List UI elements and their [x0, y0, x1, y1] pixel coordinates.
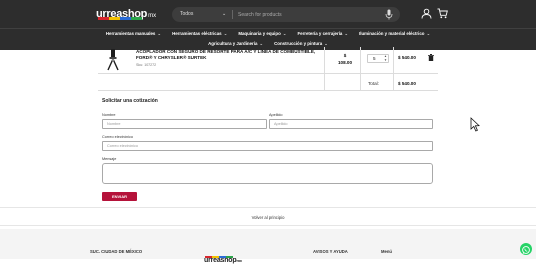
- search-bar: Todos ⌄: [172, 7, 400, 22]
- quantity-stepper[interactable]: 5 ▲ ▼: [367, 54, 389, 63]
- nav-item-iluminacion[interactable]: Iluminación y material eléctrico ⌄: [359, 31, 430, 37]
- user-icon[interactable]: [421, 8, 432, 19]
- table-divider: [98, 90, 438, 91]
- chevron-down-icon: ⌄: [324, 41, 328, 46]
- nombre-field[interactable]: [102, 119, 267, 129]
- footer-menu-heading: Menú: [381, 249, 392, 254]
- product-image[interactable]: [106, 49, 120, 71]
- search-input[interactable]: [238, 8, 378, 21]
- logo-color-stripes: [98, 17, 142, 20]
- section-divider: [0, 207, 536, 208]
- apellido-label: Apellido: [269, 113, 283, 117]
- table-divider: [393, 47, 394, 91]
- unit-price-symbol: $: [343, 53, 347, 58]
- nav-label: Iluminación y material eléctrico: [359, 31, 425, 36]
- nav-item-ferreteria[interactable]: Ferretería y cerrajería ⌄: [297, 31, 348, 37]
- chevron-down-icon: ⌄: [344, 31, 349, 36]
- nav-label: Agricultura y Jardinería: [208, 41, 258, 46]
- mensaje-label: Mensaje: [102, 157, 117, 161]
- send-button[interactable]: ENVIAR: [102, 192, 137, 201]
- form-title: Solicitar una cotización: [102, 98, 158, 104]
- footer-logo-stripes: [205, 256, 233, 258]
- nav-label: Construcción y pintura: [274, 41, 323, 46]
- chevron-down-icon[interactable]: ⌄: [222, 7, 226, 22]
- stepper-arrows-icon[interactable]: ▲ ▼: [384, 54, 387, 62]
- mic-icon[interactable]: [385, 9, 393, 20]
- whatsapp-button[interactable]: [520, 243, 532, 255]
- top-header: urreashop mx Todos ⌄: [0, 0, 536, 28]
- cart-icon[interactable]: [437, 8, 448, 19]
- nav-label: Herramientas manuales: [105, 31, 156, 36]
- nombre-label: Nombre: [102, 113, 116, 117]
- total-value: $ 540.00: [398, 81, 416, 86]
- back-to-top-link[interactable]: Volver al principio: [0, 215, 536, 220]
- quantity-value: 5: [373, 56, 376, 61]
- mensaje-field[interactable]: [102, 163, 433, 184]
- chevron-down-icon: ⌄: [282, 31, 287, 36]
- apellido-field[interactable]: [269, 119, 433, 129]
- nav-row-1: Herramientas manuales ⌄ Herramientas eléc…: [0, 31, 536, 37]
- unit-price-value: 108.00: [337, 60, 353, 65]
- unit-price: $ 108.00: [330, 52, 360, 66]
- nav-label: Maquinaria y equipo: [238, 31, 281, 36]
- product-sku: Sku: 107272: [136, 63, 157, 67]
- footer-help-heading: AVISOS Y AYUDA: [313, 249, 348, 254]
- nav-item-herramientas-manuales[interactable]: Herramientas manuales ⌄: [106, 31, 161, 37]
- footer-logo-text: urreashop: [204, 257, 237, 264]
- email-label: Correo electrónico: [102, 135, 134, 139]
- chevron-down-icon: ⌄: [426, 31, 431, 36]
- site-logo[interactable]: urreashop mx: [96, 6, 156, 20]
- nav-item-maquinaria[interactable]: Maquinaria y equipo ⌄: [238, 31, 286, 37]
- footer: SUC. CIUDAD DE MÉXICO urreashopmx AVISOS…: [0, 229, 536, 264]
- search-divider: [232, 10, 233, 19]
- nav-label: Herramientas eléctricas: [172, 31, 222, 36]
- nav-label: Ferretería y cerrajería: [297, 31, 343, 36]
- email-field[interactable]: [102, 141, 433, 151]
- footer-branch-heading: SUC. CIUDAD DE MÉXICO: [90, 249, 143, 254]
- table-divider: [360, 47, 361, 91]
- chevron-down-icon: ⌄: [157, 31, 162, 36]
- chevron-down-icon: ⌄: [259, 41, 264, 46]
- whatsapp-icon: [522, 246, 530, 254]
- mouse-cursor-icon: [470, 117, 480, 132]
- line-total: $ 540.00: [398, 55, 416, 60]
- section-divider: [0, 225, 536, 226]
- product-name[interactable]: ACOPLADOR CON SEGURO DE RESORTE PARA A/C…: [136, 49, 321, 61]
- trash-icon[interactable]: [428, 54, 434, 61]
- table-divider: [324, 47, 325, 91]
- chevron-down-icon: ⌄: [223, 31, 228, 36]
- total-label: Total:: [368, 81, 379, 86]
- search-category-select[interactable]: Todos: [180, 7, 193, 22]
- logo-suffix: mx: [148, 13, 157, 19]
- nav-item-herramientas-electricas[interactable]: Herramientas eléctricas ⌄: [172, 31, 227, 37]
- table-divider: [98, 73, 438, 74]
- cart-table: ACOPLADOR CON SEGURO DE RESORTE PARA A/C…: [98, 47, 438, 91]
- footer-logo[interactable]: urreashopmx: [204, 249, 242, 264]
